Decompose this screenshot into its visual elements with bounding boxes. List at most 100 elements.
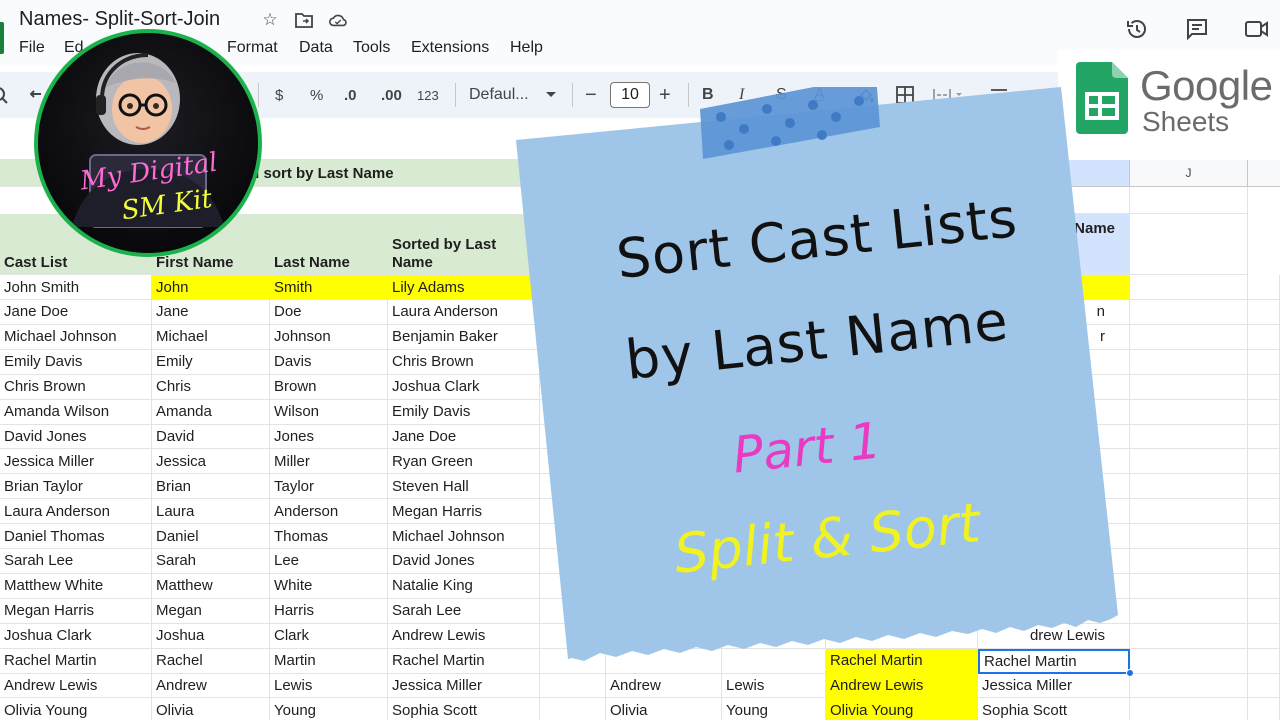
decrease-decimal-button[interactable]: .0 bbox=[344, 72, 357, 118]
cell-k-13[interactable] bbox=[1248, 524, 1280, 549]
cell-c-11[interactable]: Taylor bbox=[270, 474, 388, 500]
cell-d-20[interactable]: Sophia Scott bbox=[388, 698, 540, 720]
cell-k-9[interactable] bbox=[1248, 424, 1280, 450]
cell-b-17[interactable]: Joshua bbox=[152, 623, 270, 649]
cell-a-8[interactable]: Amanda Wilson bbox=[0, 399, 152, 425]
cell-a-6[interactable]: Emily Davis bbox=[0, 349, 152, 375]
version-history-icon[interactable] bbox=[1124, 16, 1150, 42]
cell-c-10[interactable]: Miller bbox=[270, 449, 388, 475]
menu-help[interactable]: Help bbox=[510, 39, 543, 57]
cell-e-19[interactable] bbox=[540, 673, 606, 699]
cell-k-18[interactable] bbox=[1248, 648, 1280, 674]
cell-b-19[interactable]: Andrew bbox=[152, 673, 270, 699]
cell-c-16[interactable]: Harris bbox=[270, 598, 388, 624]
cloud-status-icon[interactable] bbox=[328, 10, 348, 30]
cell-c-17[interactable]: Clark bbox=[270, 623, 388, 649]
cell-j-9[interactable] bbox=[1130, 424, 1248, 450]
cell-k-12[interactable] bbox=[1248, 499, 1280, 525]
cell-j-19[interactable] bbox=[1130, 673, 1248, 699]
cell-f-20[interactable]: Olivia bbox=[606, 698, 722, 720]
header-last-name[interactable]: Last Name bbox=[270, 214, 388, 275]
column-header-j[interactable]: J bbox=[1130, 160, 1248, 187]
currency-format-button[interactable]: $ bbox=[275, 72, 283, 118]
cell-a-7[interactable]: Chris Brown bbox=[0, 374, 152, 400]
cell-j-6[interactable] bbox=[1130, 349, 1248, 375]
cell-a-4[interactable]: Jane Doe bbox=[0, 299, 152, 325]
cell-a-12[interactable]: Laura Anderson bbox=[0, 499, 152, 525]
cell-k-15[interactable] bbox=[1248, 573, 1280, 599]
cell-d-19[interactable]: Jessica Miller bbox=[388, 673, 540, 699]
cell-c-5[interactable]: Johnson bbox=[270, 324, 388, 350]
cell-a-17[interactable]: Joshua Clark bbox=[0, 623, 152, 649]
cell-j-header[interactable] bbox=[1130, 214, 1248, 275]
cell-j-14[interactable] bbox=[1130, 548, 1248, 574]
cell-c-7[interactable]: Brown bbox=[270, 374, 388, 400]
cell-b-6[interactable]: Emily bbox=[152, 349, 270, 375]
cell-j-8[interactable] bbox=[1130, 399, 1248, 425]
meet-icon[interactable] bbox=[1244, 16, 1270, 42]
cell-g-20[interactable]: Young bbox=[722, 698, 826, 720]
cell-a-20[interactable]: Olivia Young bbox=[0, 698, 152, 720]
percent-format-button[interactable]: % bbox=[310, 72, 323, 118]
cell-k-8[interactable] bbox=[1248, 399, 1280, 425]
cell-b-4[interactable]: Jane bbox=[152, 299, 270, 325]
menu-tools[interactable]: Tools bbox=[353, 39, 390, 57]
cell-a-19[interactable]: Andrew Lewis bbox=[0, 673, 152, 699]
cell-k-17[interactable] bbox=[1248, 623, 1280, 649]
cell-h-19[interactable]: Andrew Lewis bbox=[826, 673, 978, 699]
cell-b-18[interactable]: Rachel bbox=[152, 648, 270, 674]
cell-j-3[interactable] bbox=[1130, 275, 1248, 300]
cell-b-15[interactable]: Matthew bbox=[152, 573, 270, 599]
cell-b-16[interactable]: Megan bbox=[152, 598, 270, 624]
cell-k-5[interactable] bbox=[1248, 324, 1280, 350]
cell-j-18[interactable] bbox=[1130, 648, 1248, 674]
cell-b-5[interactable]: Michael bbox=[152, 324, 270, 350]
cell-i-20[interactable]: Sophia Scott bbox=[978, 698, 1130, 720]
cell-a-9[interactable]: David Jones bbox=[0, 424, 152, 450]
search-menus-icon[interactable] bbox=[0, 72, 12, 118]
cell-a-10[interactable]: Jessica Miller bbox=[0, 449, 152, 475]
cell-b-14[interactable]: Sarah bbox=[152, 548, 270, 574]
cell-c-9[interactable]: Jones bbox=[270, 424, 388, 450]
cell-j-16[interactable] bbox=[1130, 598, 1248, 624]
cell-j-11[interactable] bbox=[1130, 474, 1248, 500]
cell-b-3[interactable]: John bbox=[152, 275, 270, 300]
cell-b-9[interactable]: David bbox=[152, 424, 270, 450]
cell-k-3[interactable] bbox=[1248, 275, 1280, 300]
cell-k-14[interactable] bbox=[1248, 548, 1280, 574]
cell-c-13[interactable]: Thomas bbox=[270, 524, 388, 549]
more-formats-button[interactable]: 123 bbox=[417, 72, 439, 118]
cell-c-14[interactable]: Lee bbox=[270, 548, 388, 574]
cell-b-8[interactable]: Amanda bbox=[152, 399, 270, 425]
column-header-k[interactable] bbox=[1248, 160, 1280, 187]
cell-j-20[interactable] bbox=[1130, 698, 1248, 720]
cell-j-5[interactable] bbox=[1130, 324, 1248, 350]
cell-a-5[interactable]: Michael Johnson bbox=[0, 324, 152, 350]
cell-k-19[interactable] bbox=[1248, 673, 1280, 699]
cell-b-10[interactable]: Jessica bbox=[152, 449, 270, 475]
cell-a-16[interactable]: Megan Harris bbox=[0, 598, 152, 624]
cell-b-12[interactable]: Laura bbox=[152, 499, 270, 525]
cell-c-19[interactable]: Lewis bbox=[270, 673, 388, 699]
cell-a-15[interactable]: Matthew White bbox=[0, 573, 152, 599]
cell-b-7[interactable]: Chris bbox=[152, 374, 270, 400]
sheets-app-icon[interactable] bbox=[0, 22, 4, 54]
comments-icon[interactable] bbox=[1184, 16, 1210, 42]
cell-b-20[interactable]: Olivia bbox=[152, 698, 270, 720]
cell-j-13[interactable] bbox=[1130, 524, 1248, 549]
cell-b-11[interactable]: Brian bbox=[152, 474, 270, 500]
cell-j-4[interactable] bbox=[1130, 299, 1248, 325]
cell-j-15[interactable] bbox=[1130, 573, 1248, 599]
cell-c-8[interactable]: Wilson bbox=[270, 399, 388, 425]
cell-e-20[interactable] bbox=[540, 698, 606, 720]
cell-j-7[interactable] bbox=[1130, 374, 1248, 400]
cell-k-11[interactable] bbox=[1248, 474, 1280, 500]
cell-f-19[interactable]: Andrew bbox=[606, 673, 722, 699]
cell-h-20[interactable]: Olivia Young bbox=[826, 698, 978, 720]
cell-c-12[interactable]: Anderson bbox=[270, 499, 388, 525]
cell-g-19[interactable]: Lewis bbox=[722, 673, 826, 699]
cell-k-7[interactable] bbox=[1248, 374, 1280, 400]
cell-c-18[interactable]: Martin bbox=[270, 648, 388, 674]
cell-j-12[interactable] bbox=[1130, 499, 1248, 525]
cell-i-19[interactable]: Jessica Miller bbox=[978, 673, 1130, 699]
